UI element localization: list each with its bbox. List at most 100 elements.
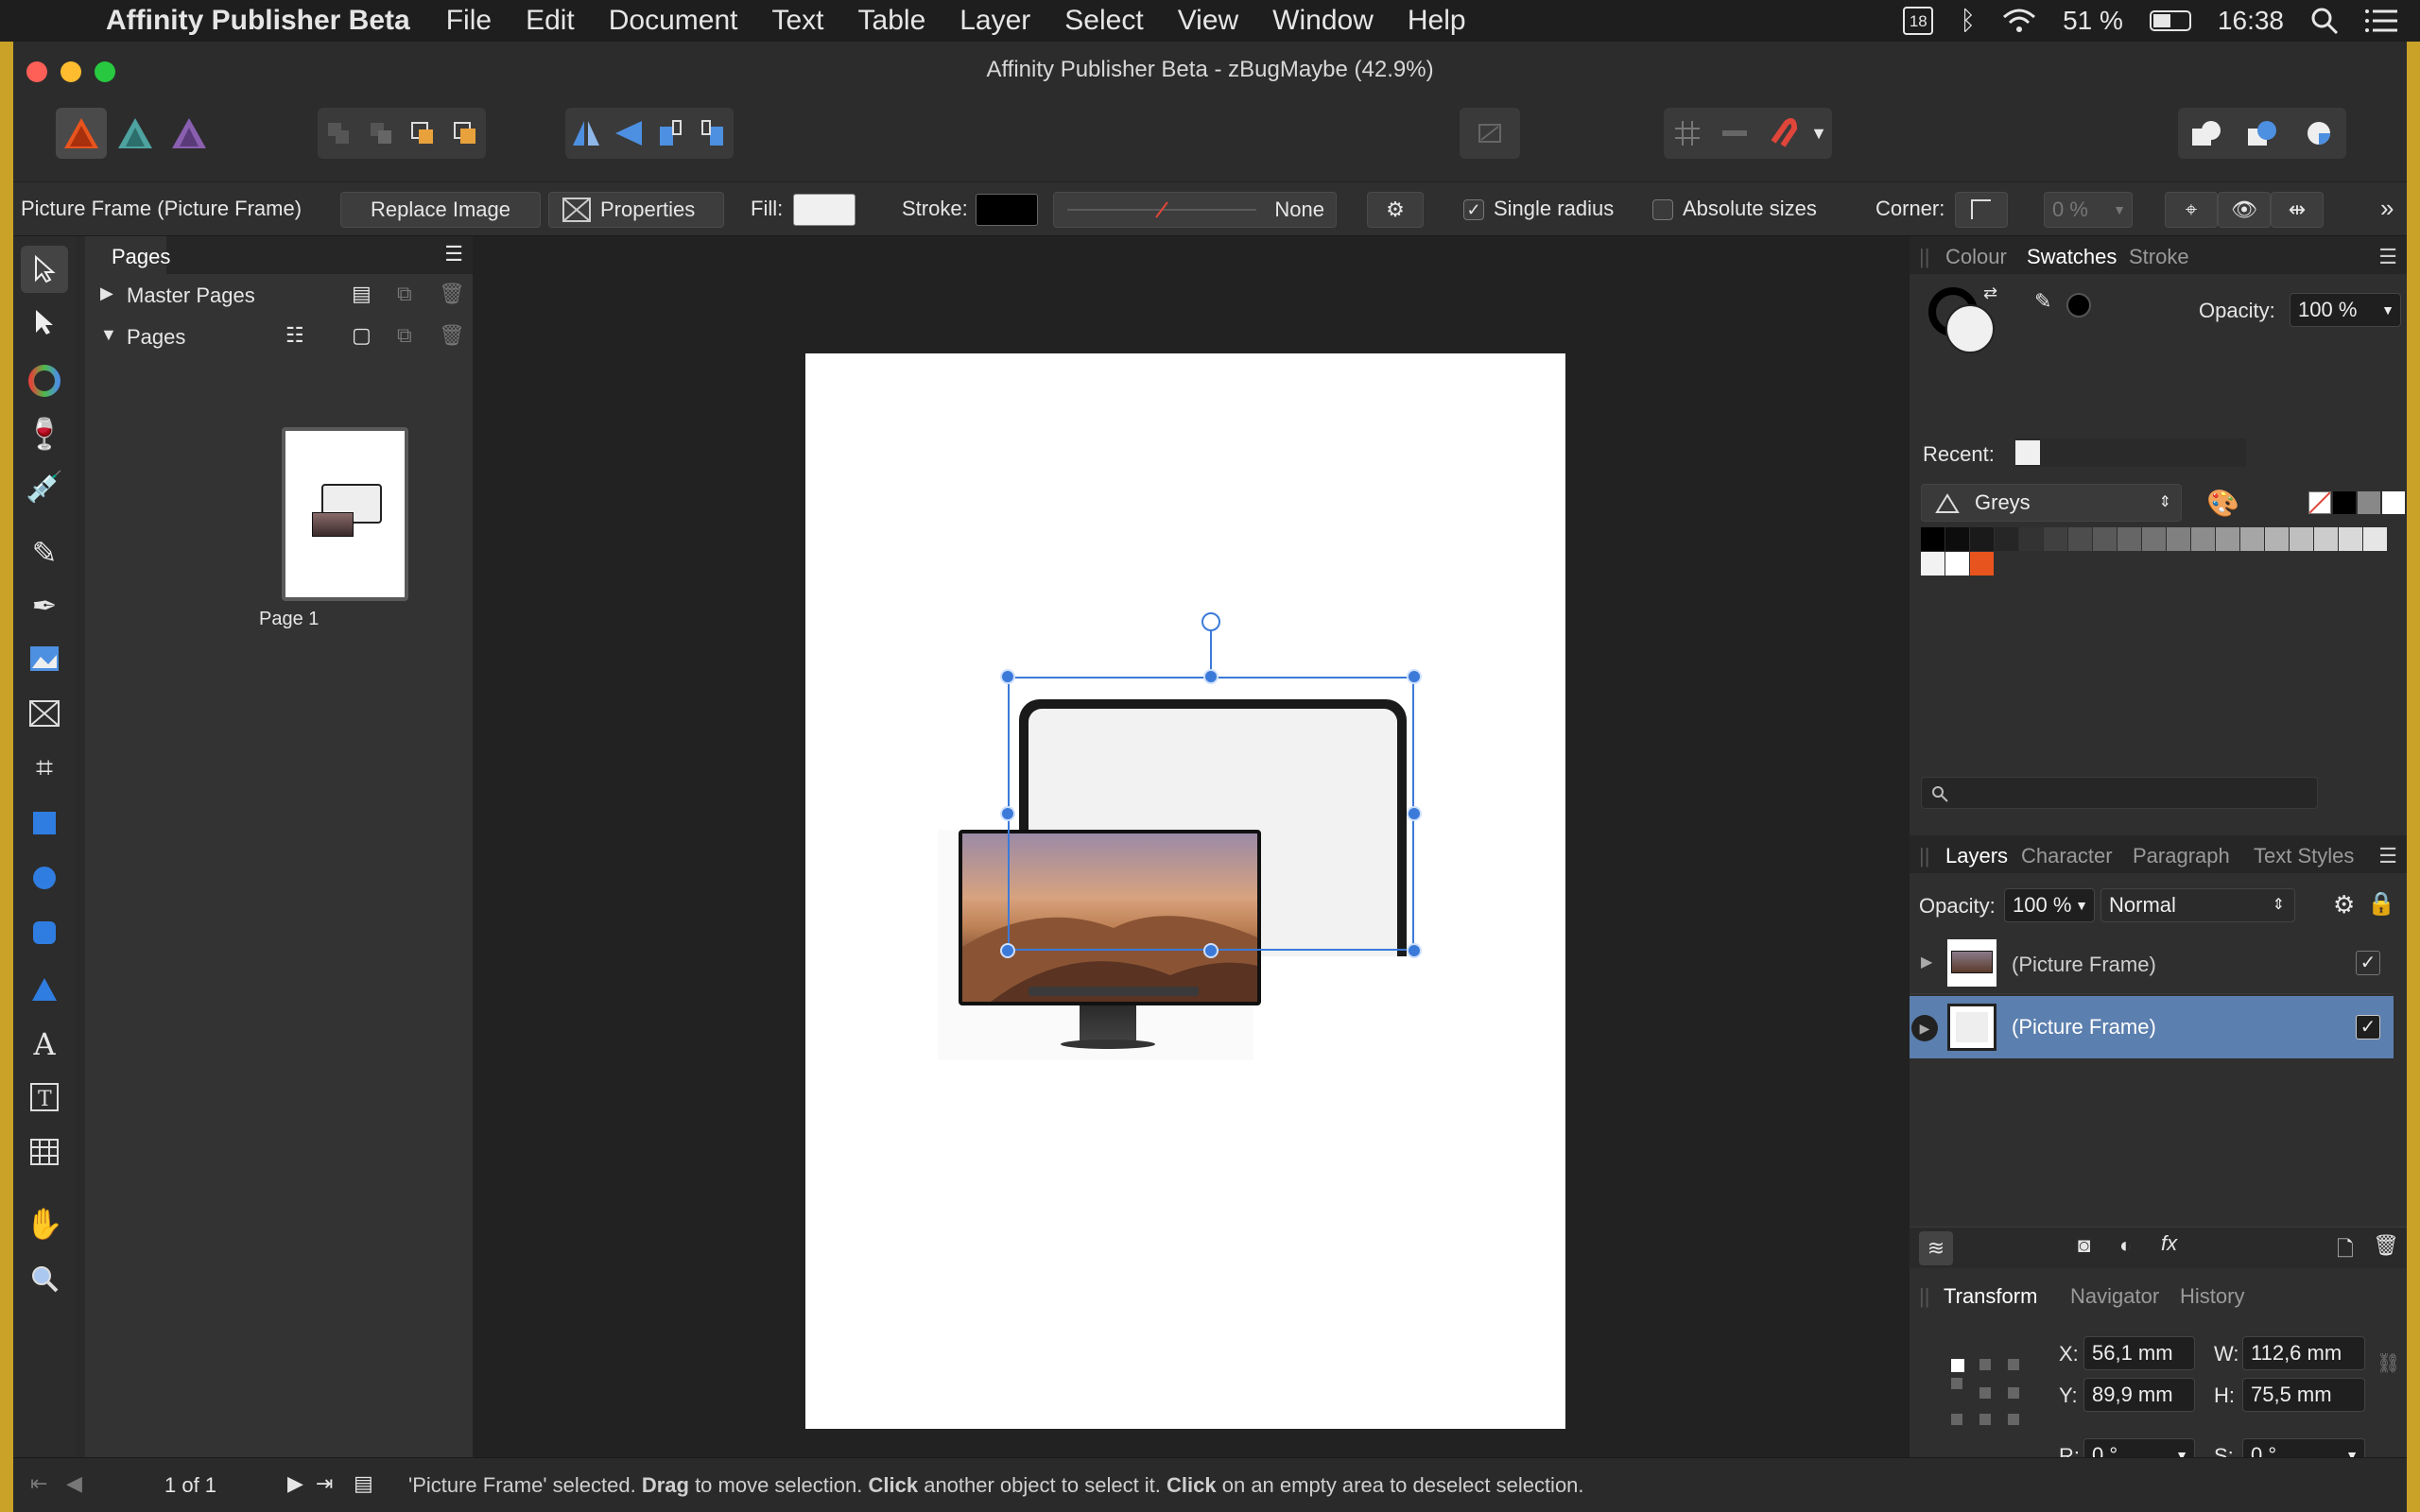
palette-swatch[interactable] bbox=[2290, 527, 2313, 551]
add-master-page-icon[interactable]: ▤ bbox=[352, 282, 372, 306]
table-tool-icon[interactable] bbox=[21, 1128, 68, 1176]
swatches-panel-menu-icon[interactable]: ☰ bbox=[2378, 245, 2397, 269]
pen-tool-icon[interactable]: ✒ bbox=[21, 582, 68, 629]
recent-swatch-1[interactable] bbox=[2015, 440, 2040, 465]
swap-colors-icon[interactable]: ⇄ bbox=[1983, 284, 1997, 303]
document-canvas[interactable] bbox=[473, 236, 1919, 1457]
baseline-grid-icon[interactable] bbox=[1711, 108, 1758, 159]
palette-swatch[interactable] bbox=[2068, 527, 2092, 551]
resize-handle-right[interactable] bbox=[1407, 806, 1422, 821]
corner-type-dropdown[interactable] bbox=[1955, 192, 2008, 228]
anchor-point-selector[interactable] bbox=[1945, 1355, 2025, 1429]
menu-select[interactable]: Select bbox=[1047, 5, 1160, 37]
resize-handle-top[interactable] bbox=[1203, 669, 1219, 684]
move-tool-icon[interactable] bbox=[21, 246, 68, 293]
none-swatch[interactable] bbox=[2308, 491, 2331, 514]
menu-view[interactable]: View bbox=[1161, 5, 1255, 37]
collapse-pages-icon[interactable]: ▼ bbox=[100, 325, 117, 345]
palette-swatch[interactable] bbox=[2216, 527, 2239, 551]
tab-transform[interactable]: Transform bbox=[1944, 1284, 2037, 1309]
palette-swatch[interactable] bbox=[1945, 552, 1969, 576]
eyedropper-icon[interactable]: 💉 bbox=[21, 463, 68, 510]
ellipse-tool-icon[interactable] bbox=[21, 854, 68, 902]
resize-handle-top-left[interactable] bbox=[1000, 669, 1015, 684]
clock[interactable]: 16:38 bbox=[2218, 6, 2284, 36]
tab-paragraph[interactable]: Paragraph bbox=[2133, 844, 2230, 868]
zoom-window-button[interactable] bbox=[95, 61, 115, 82]
expand-layer-icon[interactable]: ▶ bbox=[1911, 1015, 1938, 1041]
duplicate-master-page-icon[interactable]: ⧉ bbox=[397, 282, 412, 306]
palette-swatch[interactable] bbox=[2093, 527, 2117, 551]
crop-tool-icon[interactable]: ⌗ bbox=[21, 745, 68, 792]
delete-layer-icon[interactable]: 🗑 bbox=[2373, 1233, 2399, 1258]
text-wrap-icon[interactable] bbox=[1464, 108, 1515, 159]
rotate-left-icon[interactable] bbox=[649, 108, 692, 159]
snapping-magnet-icon[interactable] bbox=[1758, 108, 1806, 159]
tab-stroke[interactable]: Stroke bbox=[2129, 245, 2189, 269]
layer-settings-gear-icon[interactable]: ⚙ bbox=[2333, 890, 2355, 919]
tab-character[interactable]: Character bbox=[2021, 844, 2113, 868]
wifi-icon[interactable] bbox=[2002, 8, 2036, 34]
selection-bounding-box[interactable] bbox=[1008, 677, 1414, 951]
expand-master-pages-icon[interactable]: ▶ bbox=[100, 284, 113, 303]
last-page-icon[interactable]: ⇥ bbox=[316, 1471, 333, 1496]
palette-swatch[interactable] bbox=[2044, 527, 2067, 551]
battery-icon[interactable] bbox=[2149, 10, 2191, 31]
calendar-icon[interactable]: 18 bbox=[1903, 7, 1934, 35]
place-image-icon[interactable] bbox=[21, 635, 68, 682]
corner-amount-field[interactable]: 0 % ▼ bbox=[2044, 192, 2133, 228]
stroke-settings-gear-icon[interactable]: ⚙ bbox=[1367, 192, 1424, 228]
move-back-one-icon[interactable] bbox=[360, 108, 403, 159]
palette-swatch[interactable] bbox=[1945, 527, 1969, 551]
pages-section[interactable]: ▼ Pages ☷ ▢ ⧉ 🗑 bbox=[85, 316, 473, 357]
palette-swatch[interactable] bbox=[1995, 527, 2018, 551]
lock-icon[interactable]: 🔒 bbox=[2367, 890, 2395, 918]
tab-history[interactable]: History bbox=[2180, 1284, 2244, 1309]
photo-persona-icon[interactable] bbox=[164, 108, 215, 159]
more-options-chevron-icon[interactable]: » bbox=[2380, 194, 2394, 223]
next-page-icon[interactable]: ▶ bbox=[287, 1471, 303, 1496]
tab-navigator[interactable]: Navigator bbox=[2070, 1284, 2159, 1309]
absolute-sizes-checkbox[interactable] bbox=[1652, 199, 1673, 220]
palette-swatch[interactable] bbox=[2265, 527, 2289, 551]
master-pages-section[interactable]: ▶ Master Pages ▤ ⧉ 🗑 bbox=[85, 274, 473, 316]
single-radius-checkbox[interactable]: ✓ bbox=[1463, 199, 1484, 220]
rounded-rectangle-tool-icon[interactable] bbox=[21, 909, 68, 956]
page-options-icon[interactable]: ☷ bbox=[285, 323, 304, 348]
palette-swatch[interactable] bbox=[1921, 527, 1945, 551]
black-swatch[interactable] bbox=[2333, 491, 2356, 514]
layer-visibility-checkbox[interactable]: ✓ bbox=[2356, 1015, 2380, 1040]
palette-swatch[interactable] bbox=[1970, 527, 1994, 551]
palette-swatch[interactable] bbox=[2118, 527, 2141, 551]
first-page-icon[interactable]: ⇤ bbox=[30, 1471, 47, 1496]
palette-dropdown[interactable]: Greys ⇕ bbox=[1921, 484, 2182, 522]
layer-opacity-field[interactable]: 100 % ▼ bbox=[2004, 888, 2095, 922]
blend-mode-dropdown[interactable]: Normal ⇕ bbox=[2100, 888, 2295, 922]
resize-handle-bottom-left[interactable] bbox=[1000, 943, 1015, 958]
resize-handle-left[interactable] bbox=[1000, 806, 1015, 821]
swatch-search-input[interactable] bbox=[1921, 777, 2318, 809]
page-view-icon[interactable]: ▤ bbox=[354, 1471, 373, 1496]
link-dimensions-icon[interactable]: ⛓ bbox=[2377, 1351, 2400, 1375]
layer-row[interactable]: ▶ (Picture Frame) ✓ bbox=[1910, 996, 2394, 1058]
designer-persona-icon[interactable] bbox=[110, 108, 161, 159]
fill-tool-icon[interactable]: 🍷 bbox=[21, 410, 68, 457]
fill-swatch[interactable] bbox=[793, 194, 856, 226]
snapping-options-chevron-icon[interactable]: ▼ bbox=[1806, 108, 1832, 159]
hide-selection-icon[interactable]: 👁 bbox=[2218, 192, 2271, 228]
grey-swatch[interactable] bbox=[2358, 491, 2380, 514]
menu-edit[interactable]: Edit bbox=[509, 5, 592, 37]
document-page[interactable] bbox=[805, 353, 1565, 1429]
flip-horizontal-icon[interactable] bbox=[565, 108, 608, 159]
layer-row[interactable]: ▶ (Picture Frame) ✓ bbox=[1910, 934, 2394, 994]
palette-swatch[interactable] bbox=[1921, 552, 1945, 576]
app-menu[interactable]: Affinity Publisher Beta bbox=[106, 5, 410, 37]
pages-panel-menu-icon[interactable]: ☰ bbox=[444, 242, 463, 266]
layer-visibility-checkbox[interactable]: ✓ bbox=[2356, 951, 2380, 975]
resize-handle-top-right[interactable] bbox=[1407, 669, 1422, 684]
transform-origin-icon[interactable]: ⌖ bbox=[2165, 192, 2218, 228]
tab-swatches[interactable]: Swatches bbox=[2027, 245, 2117, 269]
menu-layer[interactable]: Layer bbox=[942, 5, 1047, 37]
menu-window[interactable]: Window bbox=[1255, 5, 1391, 37]
hand-tool-icon[interactable]: ✋ bbox=[21, 1200, 68, 1247]
